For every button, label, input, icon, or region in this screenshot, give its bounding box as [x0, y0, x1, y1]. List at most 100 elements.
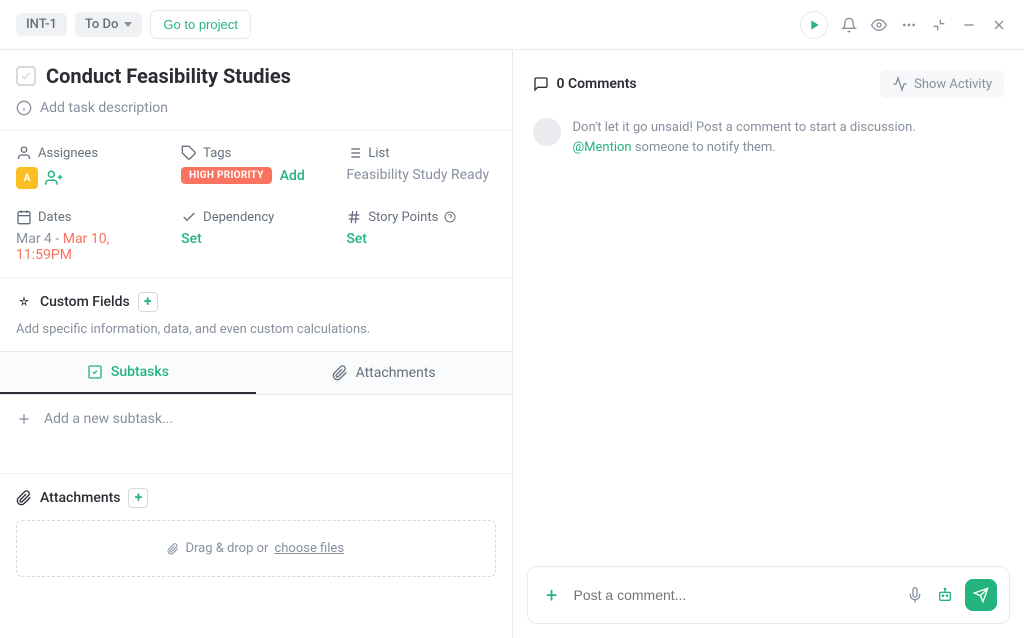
check-icon	[181, 209, 197, 225]
mic-icon	[907, 587, 923, 603]
left-pane: Conduct Feasibility Studies Add task des…	[0, 50, 513, 638]
ai-button[interactable]	[935, 585, 955, 605]
dates-label: Dates	[16, 209, 165, 225]
collapse-icon	[931, 17, 947, 33]
description-row[interactable]: Add task description	[0, 96, 512, 130]
custom-fields-label: Custom Fields	[40, 294, 130, 310]
minimize-button[interactable]	[960, 16, 978, 34]
list-label: List	[346, 145, 495, 161]
tabs: Subtasks Attachments	[0, 351, 512, 395]
comments-header: 0 Comments Show Activity	[513, 50, 1024, 110]
subtask-icon	[87, 364, 103, 380]
tags-field: Tags HIGH PRIORITY Add	[181, 145, 330, 189]
tab-subtasks[interactable]: Subtasks	[0, 352, 256, 394]
tags-value: HIGH PRIORITY Add	[181, 167, 330, 184]
watch-button[interactable]	[870, 16, 888, 34]
comment-input[interactable]	[574, 587, 896, 603]
comment-icon	[533, 76, 549, 92]
hash-icon	[346, 209, 362, 225]
tag-icon	[181, 145, 197, 161]
add-subtask-button[interactable]: Add a new subtask...	[0, 395, 512, 443]
close-icon	[991, 17, 1007, 33]
comment-box-wrap: +	[513, 552, 1024, 638]
status-chip[interactable]: To Do	[75, 12, 143, 37]
plus-icon	[16, 411, 32, 427]
notifications-button[interactable]	[840, 16, 858, 34]
title-row: Conduct Feasibility Studies	[0, 50, 512, 96]
add-tag-button[interactable]: Add	[280, 168, 305, 184]
assignees-value: A	[16, 167, 165, 189]
user-icon	[16, 145, 32, 161]
add-assignee-button[interactable]	[44, 168, 64, 188]
header-left: INT-1 To Do Go to project	[16, 10, 251, 39]
ellipsis-icon	[901, 17, 917, 33]
assignees-label: Assignees	[16, 145, 165, 161]
activity-icon	[892, 76, 908, 92]
list-value[interactable]: Feasibility Study Ready	[346, 167, 495, 183]
story-points-set-button[interactable]: Set	[346, 231, 495, 247]
dates-field: Dates Mar 4 - Mar 10, 11:59PM	[16, 209, 165, 263]
paperclip-icon	[167, 543, 179, 555]
list-field: List Feasibility Study Ready	[346, 145, 495, 189]
custom-fields-hint: Add specific information, data, and even…	[16, 322, 496, 337]
bell-icon	[841, 17, 857, 33]
assignees-field: Assignees A	[16, 145, 165, 189]
custom-field-icon	[16, 294, 32, 310]
attachment-icon	[16, 490, 32, 506]
assignee-avatar[interactable]: A	[16, 167, 38, 189]
show-activity-button[interactable]: Show Activity	[880, 70, 1004, 98]
start-timer-button[interactable]	[800, 11, 828, 39]
calendar-icon	[16, 209, 32, 225]
attachment-icon	[332, 365, 348, 381]
comment-box: +	[527, 566, 1011, 624]
goto-project-button[interactable]: Go to project	[150, 10, 250, 39]
play-icon	[806, 17, 822, 33]
info-icon	[16, 100, 32, 116]
empty-line-1: Don't let it go unsaid! Post a comment t…	[573, 118, 916, 138]
choose-files-link[interactable]: choose files	[274, 541, 344, 556]
close-button[interactable]	[990, 16, 1008, 34]
dependency-field: Dependency Set	[181, 209, 330, 263]
tags-label: Tags	[181, 145, 330, 161]
story-points-label: Story Points	[346, 209, 495, 225]
dates-value[interactable]: Mar 4 - Mar 10, 11:59PM	[16, 231, 165, 263]
custom-fields-section: Custom Fields + Add specific information…	[0, 277, 512, 351]
collapse-button[interactable]	[930, 16, 948, 34]
task-title[interactable]: Conduct Feasibility Studies	[46, 64, 291, 88]
send-icon	[973, 587, 989, 603]
complete-checkbox[interactable]	[16, 66, 36, 86]
help-icon[interactable]	[444, 211, 456, 223]
dependency-set-button[interactable]: Set	[181, 231, 330, 247]
dependency-label: Dependency	[181, 209, 330, 225]
comment-add-button[interactable]: +	[540, 583, 564, 607]
date-start: Mar 4	[16, 231, 52, 247]
empty-comments: Don't let it go unsaid! Post a comment t…	[513, 110, 1024, 165]
story-points-field: Story Points Set	[346, 209, 495, 263]
header-right	[800, 11, 1008, 39]
task-header: INT-1 To Do Go to project	[0, 0, 1024, 50]
add-attachment-button[interactable]: +	[128, 488, 148, 508]
chevron-down-icon	[124, 22, 132, 27]
attachment-dropzone[interactable]: Drag & drop or choose files	[16, 520, 496, 577]
mention-link[interactable]: @Mention	[573, 140, 632, 155]
send-button[interactable]	[965, 579, 997, 611]
voice-button[interactable]	[905, 585, 925, 605]
description-placeholder: Add task description	[40, 100, 168, 116]
status-label: To Do	[85, 17, 119, 32]
minimize-icon	[961, 17, 977, 33]
check-icon	[20, 70, 32, 82]
add-custom-field-button[interactable]: +	[138, 292, 158, 312]
right-pane: 0 Comments Show Activity Don't let it go…	[513, 50, 1024, 638]
tab-attachments[interactable]: Attachments	[256, 352, 512, 394]
avatar-placeholder	[533, 118, 561, 146]
priority-tag[interactable]: HIGH PRIORITY	[181, 167, 272, 184]
more-button[interactable]	[900, 16, 918, 34]
attachments-header: Attachments	[40, 490, 120, 506]
robot-icon	[937, 587, 953, 603]
user-plus-icon	[45, 169, 63, 187]
eye-icon	[871, 17, 887, 33]
comments-count: 0 Comments	[557, 76, 637, 92]
attachments-section: Attachments + Drag & drop or choose file…	[0, 473, 512, 591]
list-icon	[346, 145, 362, 161]
task-id-chip[interactable]: INT-1	[16, 13, 67, 36]
